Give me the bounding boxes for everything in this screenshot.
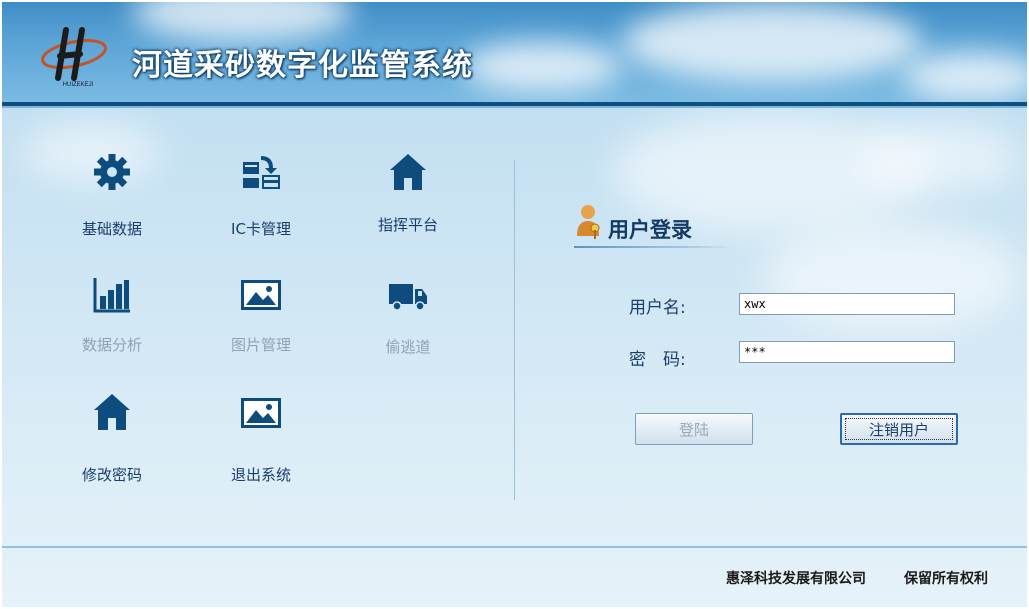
menu-item-evasion[interactable]: 偷逃道 <box>353 274 463 384</box>
header-divider-light <box>2 106 1027 108</box>
login-title-underline <box>574 246 734 248</box>
menu-label: 基础数据 <box>81 220 142 238</box>
bar-chart-icon <box>93 278 130 313</box>
menu-item-image-management[interactable]: 图片管理 <box>206 274 316 384</box>
truck-icon <box>389 284 427 311</box>
menu-label: 图片管理 <box>230 336 291 354</box>
menu-label: 退出系统 <box>230 466 291 484</box>
footer-divider <box>2 546 1027 548</box>
menu-label: IC卡管理 <box>231 220 291 238</box>
logout-user-button[interactable]: 注销用户 <box>840 413 958 445</box>
footer-rights: 保留所有权利 <box>904 571 988 587</box>
company-logo: HUIZEKEJI <box>38 24 118 90</box>
username-label: 用户名: <box>629 298 686 318</box>
footer-company: 惠泽科技发展有限公司 <box>726 571 866 587</box>
home-icon <box>390 154 426 190</box>
password-label: 密 码: <box>629 350 686 370</box>
home-icon <box>94 394 130 430</box>
image-icon <box>241 398 281 428</box>
menu-label: 偷逃道 <box>385 338 431 356</box>
image-icon <box>241 280 281 310</box>
login-title: 用户登录 <box>608 218 692 242</box>
menu-item-command-platform[interactable]: 指挥平台 <box>353 152 463 262</box>
username-input[interactable] <box>739 293 955 315</box>
app-title: 河道采砂数字化监管系统 <box>132 48 473 83</box>
menu-item-ic-card[interactable]: IC卡管理 <box>206 152 316 262</box>
menu-label: 数据分析 <box>81 336 142 354</box>
user-key-icon <box>577 205 600 239</box>
menu-label: 指挥平台 <box>377 216 438 234</box>
menu-item-exit-system[interactable]: 退出系统 <box>206 392 316 502</box>
vertical-divider <box>514 160 515 500</box>
background-cloud <box>862 122 1022 192</box>
menu-item-data-analysis[interactable]: 数据分析 <box>57 274 167 384</box>
menu-item-change-password[interactable]: 修改密码 <box>57 392 167 502</box>
gear-icon <box>94 154 130 190</box>
menu-item-basic-data[interactable]: 基础数据 <box>57 152 167 262</box>
login-button[interactable]: 登陆 <box>635 413 753 445</box>
main-window: HUIZEKEJI 河道采砂数字化监管系统 基础数据 IC卡管理 指挥平台 数据… <box>2 2 1027 607</box>
background-cloud <box>762 222 1022 332</box>
password-input[interactable] <box>739 341 955 363</box>
menu-label: 修改密码 <box>81 466 142 484</box>
logo-text: HUIZEKEJI <box>63 82 94 88</box>
card-transfer-icon <box>243 156 280 189</box>
